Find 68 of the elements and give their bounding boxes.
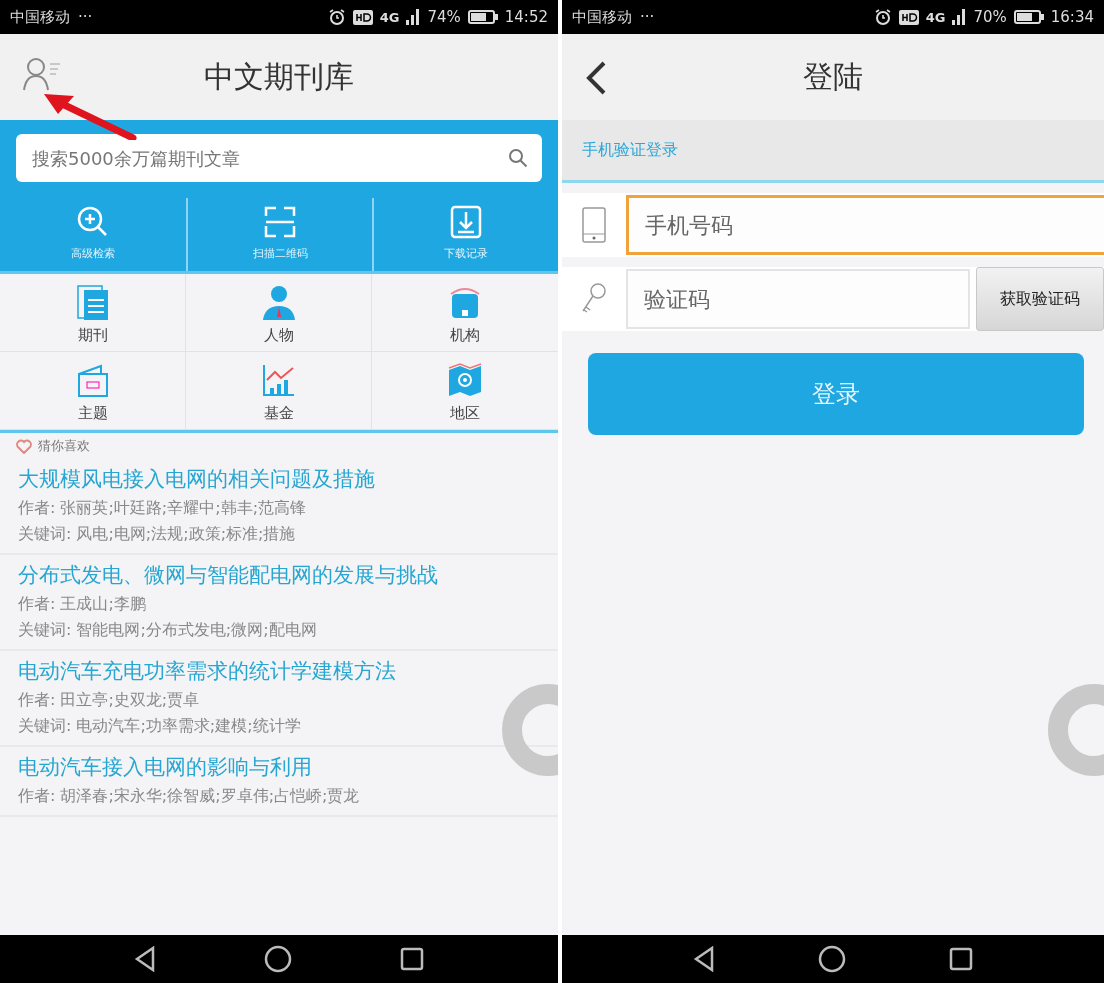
category-tile[interactable]: 地区: [372, 352, 558, 430]
phone-icon: [581, 206, 607, 244]
download-icon: [450, 205, 482, 239]
zoom-in-icon: [77, 206, 108, 237]
search-icon[interactable]: [508, 148, 528, 168]
page-title: 登陆: [803, 57, 863, 96]
login-button[interactable]: 登录: [588, 353, 1084, 435]
signal-icon: [952, 9, 967, 25]
scan-icon: [264, 206, 296, 238]
phone-number-field[interactable]: 手机号码: [626, 195, 1104, 255]
get-code-button[interactable]: 获取验证码: [976, 267, 1104, 331]
battery-percent: 74%: [427, 8, 461, 26]
clock-time: 14:52: [504, 8, 548, 26]
clock-time: 16:34: [1050, 8, 1094, 26]
quick-action-label[interactable]: 扫描二维码: [252, 246, 308, 261]
carrier-name: 中国移动: [10, 7, 70, 27]
map-pin-icon: [448, 363, 482, 396]
folder-icon: [77, 364, 108, 397]
home-icon[interactable]: [264, 945, 292, 973]
category-tile[interactable]: 机构: [372, 274, 558, 352]
network-type: 4G: [379, 9, 400, 25]
network-type: 4G: [925, 9, 946, 25]
quick-action-label[interactable]: 高级检索: [71, 246, 115, 261]
carrier-name: 中国移动: [572, 7, 632, 27]
signal-icon: [406, 9, 421, 25]
back-icon[interactable]: [693, 946, 716, 972]
article-authors: 作者: 田立亭;史双龙;贾卓: [18, 690, 201, 711]
bar-chart-icon: [262, 364, 295, 396]
search-field[interactable]: 搜索5000余万篇期刊文章: [30, 146, 508, 170]
back-icon[interactable]: [134, 946, 156, 972]
hd-icon: [352, 9, 373, 25]
article-keywords: 关键词: 风电;电网;法规;政策;标准;措施: [18, 524, 297, 545]
search-bar[interactable]: 搜索5000余万篇期刊文章: [16, 134, 542, 182]
more-indicator: ···: [78, 8, 93, 26]
article-keywords: 关键词: 智能电网;分布式发电;微网;配电网: [18, 620, 318, 641]
home-icon[interactable]: [818, 945, 846, 973]
hd-icon: [898, 9, 919, 25]
user-menu-icon[interactable]: [22, 56, 62, 92]
article-title[interactable]: 电动汽车接入电网的影响与利用: [18, 753, 540, 781]
document-icon: [76, 285, 108, 320]
article-authors: 作者: 王成山;李鹏: [18, 594, 147, 615]
category-tile[interactable]: 基金: [186, 352, 372, 430]
article-title[interactable]: 分布式发电、微网与智能配电网的发展与挑战: [18, 561, 540, 589]
alarm-icon: [873, 8, 892, 26]
tab-label[interactable]: 手机验证登录: [582, 139, 678, 161]
battery-icon: [1013, 10, 1044, 24]
back-icon[interactable]: [584, 60, 608, 96]
heart-icon: [16, 438, 32, 454]
more-indicator: ···: [640, 8, 655, 26]
article-authors: 作者: 张丽英;叶廷路;辛耀中;韩丰;范高锋: [18, 498, 308, 519]
code-field[interactable]: 验证码: [626, 269, 970, 329]
quick-action-label[interactable]: 下载记录: [444, 246, 488, 261]
battery-percent: 70%: [973, 8, 1007, 26]
section-title: 猜你喜欢: [38, 437, 90, 455]
category-tile[interactable]: 主题: [0, 352, 186, 430]
alarm-icon: [327, 8, 346, 26]
building-icon: [450, 288, 480, 318]
article-authors: 作者: 胡泽春;宋永华;徐智威;罗卓伟;占恺峤;贾龙: [18, 786, 361, 807]
category-tile[interactable]: 期刊: [0, 274, 186, 352]
recents-icon[interactable]: [948, 947, 973, 971]
app-title: 中文期刊库: [204, 57, 354, 96]
article-title[interactable]: 电动汽车充电功率需求的统计学建模方法: [18, 657, 540, 685]
battery-icon: [467, 10, 498, 24]
person-icon: [262, 286, 295, 320]
category-tile[interactable]: 人物: [186, 274, 372, 352]
recents-icon[interactable]: [400, 947, 424, 971]
article-title[interactable]: 大规模风电接入电网的相关问题及措施: [18, 465, 540, 493]
article-keywords: 关键词: 电动汽车;功率需求;建模;统计学: [18, 716, 302, 737]
